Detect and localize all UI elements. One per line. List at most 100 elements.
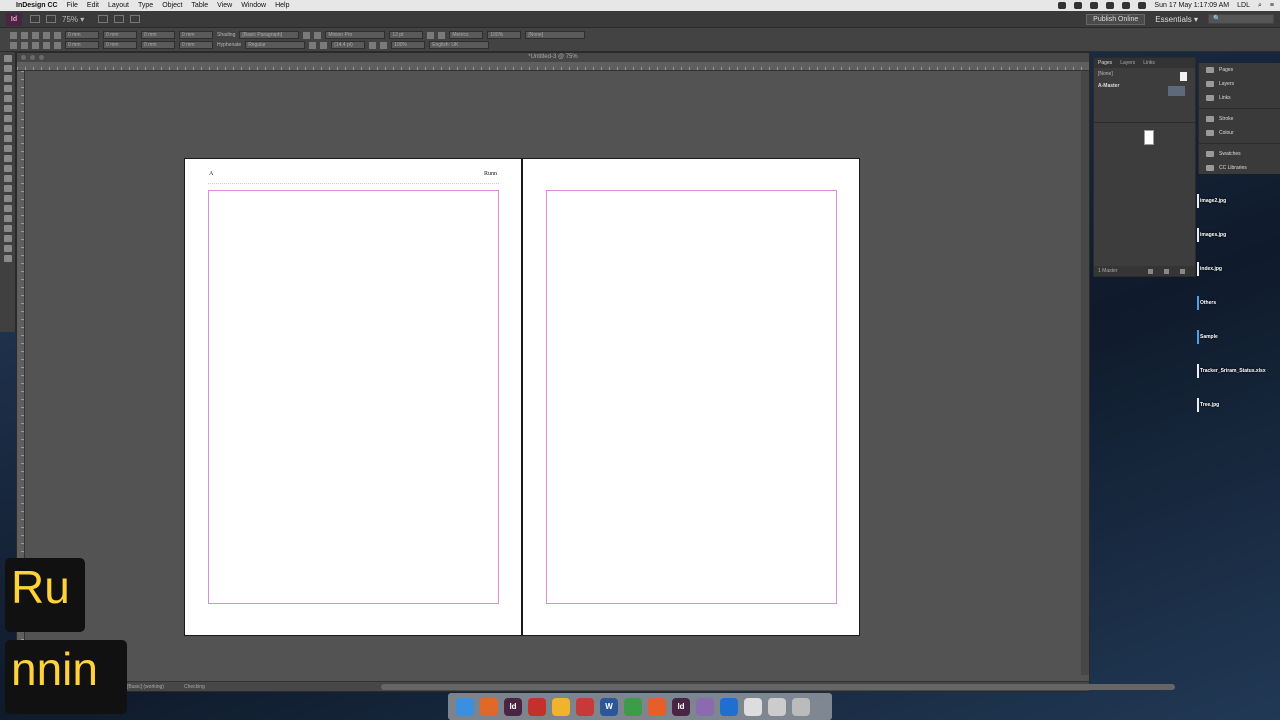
tab-pages[interactable]: Pages [1098, 58, 1112, 68]
screen-mode-icon[interactable] [114, 15, 125, 23]
quicktime-icon[interactable] [720, 697, 738, 716]
paragraph-style-select[interactable]: [Basic Paragraph] [239, 31, 300, 39]
dock-item-swatches[interactable]: Swatches [1199, 147, 1280, 161]
subscript-icon[interactable] [380, 42, 388, 49]
mini-bridge-icon[interactable] [46, 15, 56, 23]
right-indent-field[interactable]: 0 mm [65, 41, 99, 49]
user-name[interactable]: LDL [1237, 2, 1250, 9]
publish-online-button[interactable]: Publish Online [1086, 13, 1146, 25]
justify-all-icon[interactable] [32, 42, 39, 49]
vertical-scale-field[interactable]: 100% [487, 31, 522, 39]
list-icon[interactable]: ≡ [1270, 2, 1274, 9]
preflight-status[interactable]: Checking [184, 684, 205, 690]
pencil-tool-icon[interactable] [3, 135, 12, 142]
page-size-icon[interactable] [1148, 269, 1153, 274]
zoom-level[interactable]: 75% ▾ [62, 15, 84, 24]
all-caps-icon[interactable] [427, 32, 435, 39]
hyphenate-checkbox[interactable]: Hyphenate [217, 41, 241, 51]
menu-layout[interactable]: Layout [108, 2, 129, 9]
desktop-folder[interactable]: Sample [1197, 330, 1280, 344]
left-indent-field[interactable]: 0 mm [65, 31, 99, 39]
drop-cap-chars-field[interactable]: 0 mm [179, 41, 213, 49]
superscript-icon[interactable] [369, 42, 377, 49]
fill-stroke-icon[interactable] [3, 235, 12, 242]
dock-item-colour[interactable]: Colour [1199, 126, 1280, 140]
menu-object[interactable]: Object [162, 2, 182, 9]
space-after-field[interactable]: 0 mm [179, 31, 213, 39]
trash-icon[interactable] [792, 697, 810, 716]
bridge-icon[interactable] [30, 15, 40, 23]
menu-help[interactable]: Help [275, 2, 289, 9]
view-options-icon[interactable] [98, 15, 109, 23]
close-window-icon[interactable] [21, 55, 26, 60]
zoom-tool-icon[interactable] [3, 225, 12, 232]
desktop-file[interactable]: Tracker_Sriram_Status.xlsx [1197, 364, 1280, 378]
gap-tool-icon[interactable] [3, 85, 12, 92]
tab-links[interactable]: Links [1143, 58, 1155, 68]
workspace-switcher[interactable]: Essentials ▾ [1155, 15, 1198, 24]
justify-icon[interactable] [54, 32, 61, 39]
header-left-text[interactable]: A [209, 171, 213, 177]
a-master-thumbnail[interactable] [1168, 86, 1185, 96]
small-caps-icon[interactable] [438, 32, 446, 39]
finder-icon[interactable] [456, 697, 474, 716]
menu-view[interactable]: View [217, 2, 232, 9]
direct-selection-tool-icon[interactable] [3, 65, 12, 72]
style-status[interactable]: [Basic] (working) [127, 684, 164, 690]
desktop-folder[interactable]: Others [1197, 296, 1280, 310]
language-select[interactable]: English: UK [429, 41, 490, 49]
character-mode-icon[interactable] [10, 32, 17, 39]
eyedropper-tool-icon[interactable] [3, 205, 12, 212]
align-away-spine-icon[interactable] [43, 42, 50, 49]
panel-divider[interactable] [1094, 122, 1195, 123]
pdf-icon[interactable] [576, 697, 594, 716]
content-collector-icon[interactable] [3, 95, 12, 102]
font-style-select[interactable]: Regular [245, 41, 306, 49]
page-tool-icon[interactable] [3, 75, 12, 82]
downloads-icon[interactable] [768, 697, 786, 716]
spotlight-icon[interactable]: ⌕ [1258, 2, 1262, 10]
dock-item-stroke[interactable]: Stroke [1199, 112, 1280, 126]
bluetooth-icon[interactable] [1106, 2, 1115, 9]
justify-last-icon[interactable] [54, 42, 61, 49]
left-page[interactable]: A Runn [184, 158, 522, 636]
volume-icon[interactable] [1090, 2, 1099, 9]
paragraph-mode-icon[interactable] [10, 42, 17, 49]
right-page[interactable] [522, 158, 860, 636]
app-name[interactable]: InDesign CC [16, 2, 58, 9]
apply-color-icon[interactable] [3, 245, 12, 252]
dock-item-layers[interactable]: Layers [1199, 77, 1280, 91]
tracking-field[interactable]: Metrics [449, 31, 484, 39]
new-page-icon[interactable] [1164, 269, 1169, 274]
document-title[interactable]: *Untitled-3 @ 75% [17, 53, 1089, 62]
numbering-icon[interactable] [314, 32, 322, 39]
free-transform-tool-icon[interactable] [3, 175, 12, 182]
firefox-icon[interactable] [480, 697, 498, 716]
increase-indent-icon[interactable] [320, 42, 328, 49]
horizontal-scale-field[interactable]: 100% [391, 41, 426, 49]
selection-tool-icon[interactable] [3, 55, 12, 62]
bullets-icon[interactable] [303, 32, 311, 39]
stock-search-input[interactable]: 🔍 [1208, 14, 1274, 24]
leading-field[interactable]: (14.4 pt) [331, 41, 366, 49]
character-style-select[interactable]: [None] [525, 31, 586, 39]
align-center-icon[interactable] [32, 32, 39, 39]
rectangle-frame-tool-icon[interactable] [3, 145, 12, 152]
delete-page-icon[interactable] [1180, 269, 1185, 274]
wifi-icon[interactable] [1122, 2, 1131, 9]
shading-label[interactable]: Shading [217, 31, 235, 41]
align-right-icon[interactable] [43, 32, 50, 39]
font-size-field[interactable]: 12 pt [389, 31, 424, 39]
tab-layers[interactable]: Layers [1120, 58, 1135, 68]
scissors-tool-icon[interactable] [3, 165, 12, 172]
dock-item-cc-libraries[interactable]: CC Libraries [1199, 161, 1280, 175]
menu-file[interactable]: File [67, 2, 78, 9]
space-before-field[interactable]: 0 mm [141, 31, 175, 39]
indesign-dock-icon[interactable]: Id [504, 697, 522, 716]
menu-type[interactable]: Type [138, 2, 153, 9]
desktop-file[interactable]: Tree.jpg [1197, 398, 1280, 412]
page-1-thumbnail[interactable] [1144, 130, 1154, 145]
word-icon[interactable]: W [600, 697, 618, 716]
last-line-indent-field[interactable]: 0 mm [103, 41, 137, 49]
align-left-icon[interactable] [21, 32, 28, 39]
